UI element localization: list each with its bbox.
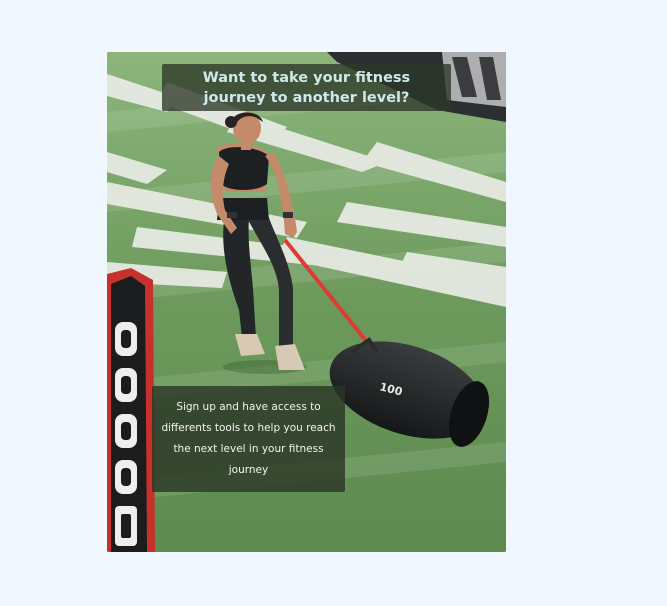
body-box: Sign up and have access to differents to… — [152, 386, 345, 492]
headline-box: Want to take your fitness journey to ano… — [162, 64, 451, 111]
hero-headline: Want to take your fitness journey to ano… — [202, 69, 411, 106]
hero-card: 100 Want to take your fitness journey to… — [107, 52, 506, 552]
hero-body-text: Sign up and have access to differents to… — [161, 401, 336, 476]
